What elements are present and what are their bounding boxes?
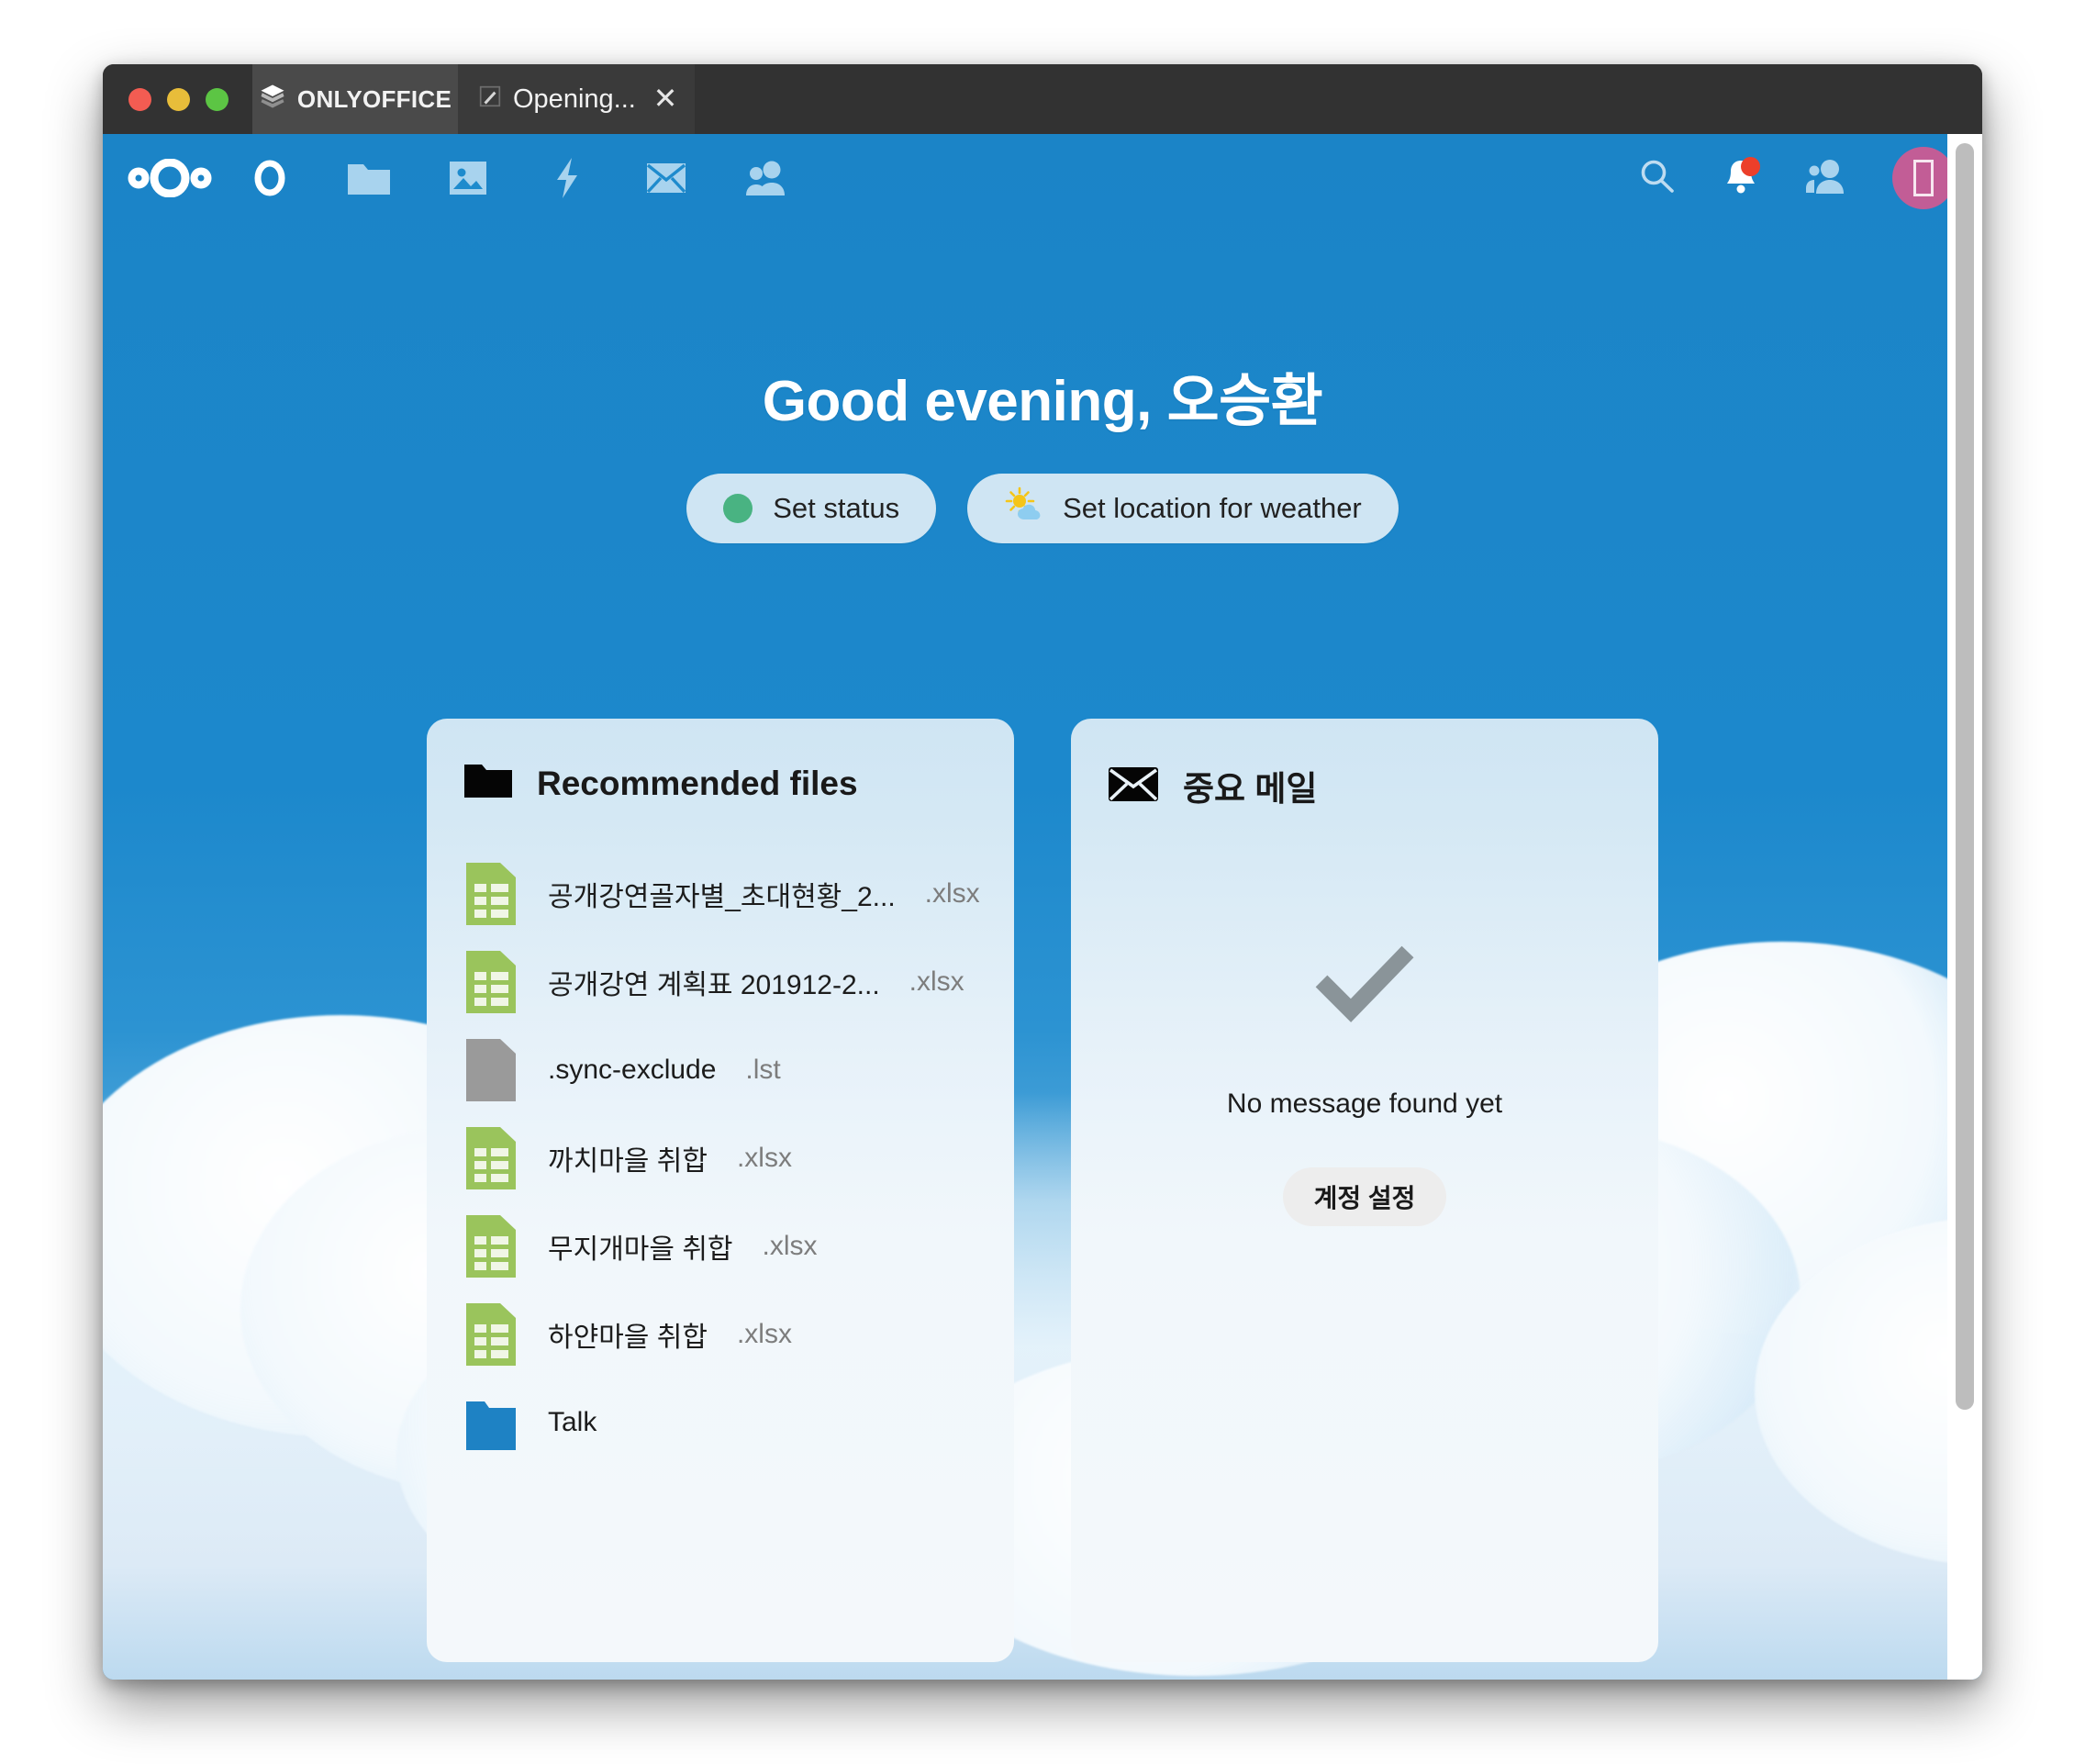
check-icon	[1108, 939, 1622, 1028]
nav-item-mail[interactable]	[617, 134, 716, 222]
spreadsheet-icon	[463, 948, 518, 1016]
scrollbar-thumb[interactable]	[1956, 143, 1974, 1410]
spreadsheet-icon	[463, 1124, 518, 1192]
nextcloud-logo[interactable]	[119, 159, 220, 197]
folder-icon	[463, 761, 513, 806]
close-window-button[interactable]	[128, 88, 151, 111]
file-name: 까치마을 취합	[548, 1146, 708, 1177]
avatar-glyph	[1913, 160, 1934, 196]
list-item[interactable]: 하얀마을 취합 .xlsx	[463, 1290, 977, 1379]
file-icon	[463, 1036, 518, 1104]
user-avatar[interactable]	[1892, 147, 1955, 209]
file-name: 하얀마을 취합	[548, 1323, 708, 1353]
file-extension: .xlsx	[909, 966, 964, 997]
folder-icon	[347, 159, 391, 197]
browser-viewport: Good evening, 오승환 Set status Set locatio…	[103, 134, 1982, 1680]
panel-title: 중요 메일	[1183, 770, 1318, 808]
set-weather-location-label: Set location for weather	[1063, 492, 1362, 524]
dashboard-header: Good evening, 오승환 Set status Set locatio…	[103, 354, 1982, 543]
empty-state-text: No message found yet	[1226, 1089, 1503, 1119]
status-buttons: Set status Set location for weather	[103, 474, 1982, 543]
tab-label: ONLYOFFICE	[296, 84, 452, 113]
nav-item-photos[interactable]	[418, 134, 518, 222]
pencil-icon	[478, 84, 502, 115]
panel-header: 중요 메일	[1108, 761, 1622, 810]
nextcloud-topbar	[103, 134, 1982, 222]
panel-important-mail: 중요 메일 No message found yet 계정 설정	[1071, 719, 1658, 1662]
file-extension: .xlsx	[762, 1231, 818, 1261]
spreadsheet-icon	[463, 860, 518, 928]
people-icon	[743, 159, 787, 197]
tab-onlyoffice[interactable]: ONLYOFFICE	[252, 64, 458, 134]
titlebar: ONLYOFFICE Opening... ✕	[103, 64, 1982, 134]
close-tab-button[interactable]: ✕	[651, 84, 680, 114]
image-icon	[448, 158, 488, 198]
contacts-icon	[1804, 157, 1846, 200]
panel-title: Recommended files	[537, 764, 858, 802]
account-settings-button[interactable]: 계정 설정	[1282, 1167, 1447, 1226]
set-weather-location-button[interactable]: Set location for weather	[967, 474, 1399, 543]
tab-label: Opening...	[513, 84, 636, 114]
list-item[interactable]: 까치마을 취합 .xlsx	[463, 1114, 977, 1202]
search-button[interactable]	[1628, 150, 1685, 207]
layers-icon	[259, 83, 286, 117]
list-item[interactable]: 공개강연골자별_초대현황_2... .xlsx	[463, 850, 980, 938]
file-extension: .xlsx	[924, 878, 980, 909]
file-name: .sync-exclude	[548, 1055, 717, 1085]
panel-header: Recommended files	[463, 761, 977, 806]
search-icon	[1636, 156, 1677, 201]
spreadsheet-icon	[463, 1212, 518, 1280]
maximize-window-button[interactable]	[206, 88, 229, 111]
status-dot-icon	[723, 494, 753, 523]
file-name: 공개강연 계획표 201912-2...	[548, 970, 880, 1000]
file-extension: .xlsx	[736, 1143, 792, 1173]
list-item[interactable]: .sync-exclude .lst	[463, 1026, 977, 1114]
sun-behind-cloud-icon	[1004, 486, 1042, 530]
panel-recommended-files: Recommended files 공개강연골자별_초대현황_2... .xls…	[427, 719, 1014, 1662]
list-item[interactable]: Talk	[463, 1379, 977, 1467]
file-name: Talk	[548, 1407, 597, 1437]
nav-left	[103, 134, 815, 222]
list-item[interactable]: 무지개마을 취합 .xlsx	[463, 1202, 977, 1290]
notifications-button[interactable]	[1712, 150, 1769, 207]
application-window: ONLYOFFICE Opening... ✕ Good evening, 오승…	[103, 64, 1982, 1680]
traffic-lights	[128, 88, 229, 111]
set-status-label: Set status	[773, 492, 900, 524]
circle-icon	[251, 157, 289, 199]
set-status-button[interactable]: Set status	[686, 474, 937, 543]
nav-item-contacts[interactable]	[716, 134, 815, 222]
folder-blue-icon	[463, 1389, 518, 1457]
list-item[interactable]: 공개강연 계획표 201912-2... .xlsx	[463, 938, 977, 1026]
spreadsheet-icon	[463, 1301, 518, 1368]
vertical-scrollbar[interactable]	[1947, 134, 1982, 1680]
file-extension: .lst	[745, 1055, 781, 1085]
notification-badge	[1741, 157, 1760, 176]
lightning-icon	[552, 156, 582, 200]
minimize-window-button[interactable]	[167, 88, 190, 111]
nav-item-files[interactable]	[319, 134, 418, 222]
dashboard-panels: Recommended files 공개강연골자별_초대현황_2... .xls…	[103, 719, 1982, 1662]
tab-opening[interactable]: Opening... ✕	[458, 64, 695, 134]
file-extension: .xlsx	[736, 1319, 792, 1349]
nav-item-activity[interactable]	[518, 134, 617, 222]
envelope-icon	[1108, 764, 1159, 809]
envelope-icon	[645, 161, 687, 195]
nav-right	[1628, 134, 1955, 222]
page-title: Good evening, 오승환	[762, 370, 1323, 433]
empty-state-actions: 계정 설정	[1108, 1120, 1622, 1226]
file-name: 무지개마을 취합	[548, 1234, 733, 1265]
contacts-menu-button[interactable]	[1797, 150, 1854, 207]
empty-state: No message found yet 계정 설정	[1108, 939, 1622, 1226]
nav-item-dashboard[interactable]	[220, 134, 319, 222]
file-name: 공개강연골자별_초대현황_2...	[548, 882, 896, 912]
